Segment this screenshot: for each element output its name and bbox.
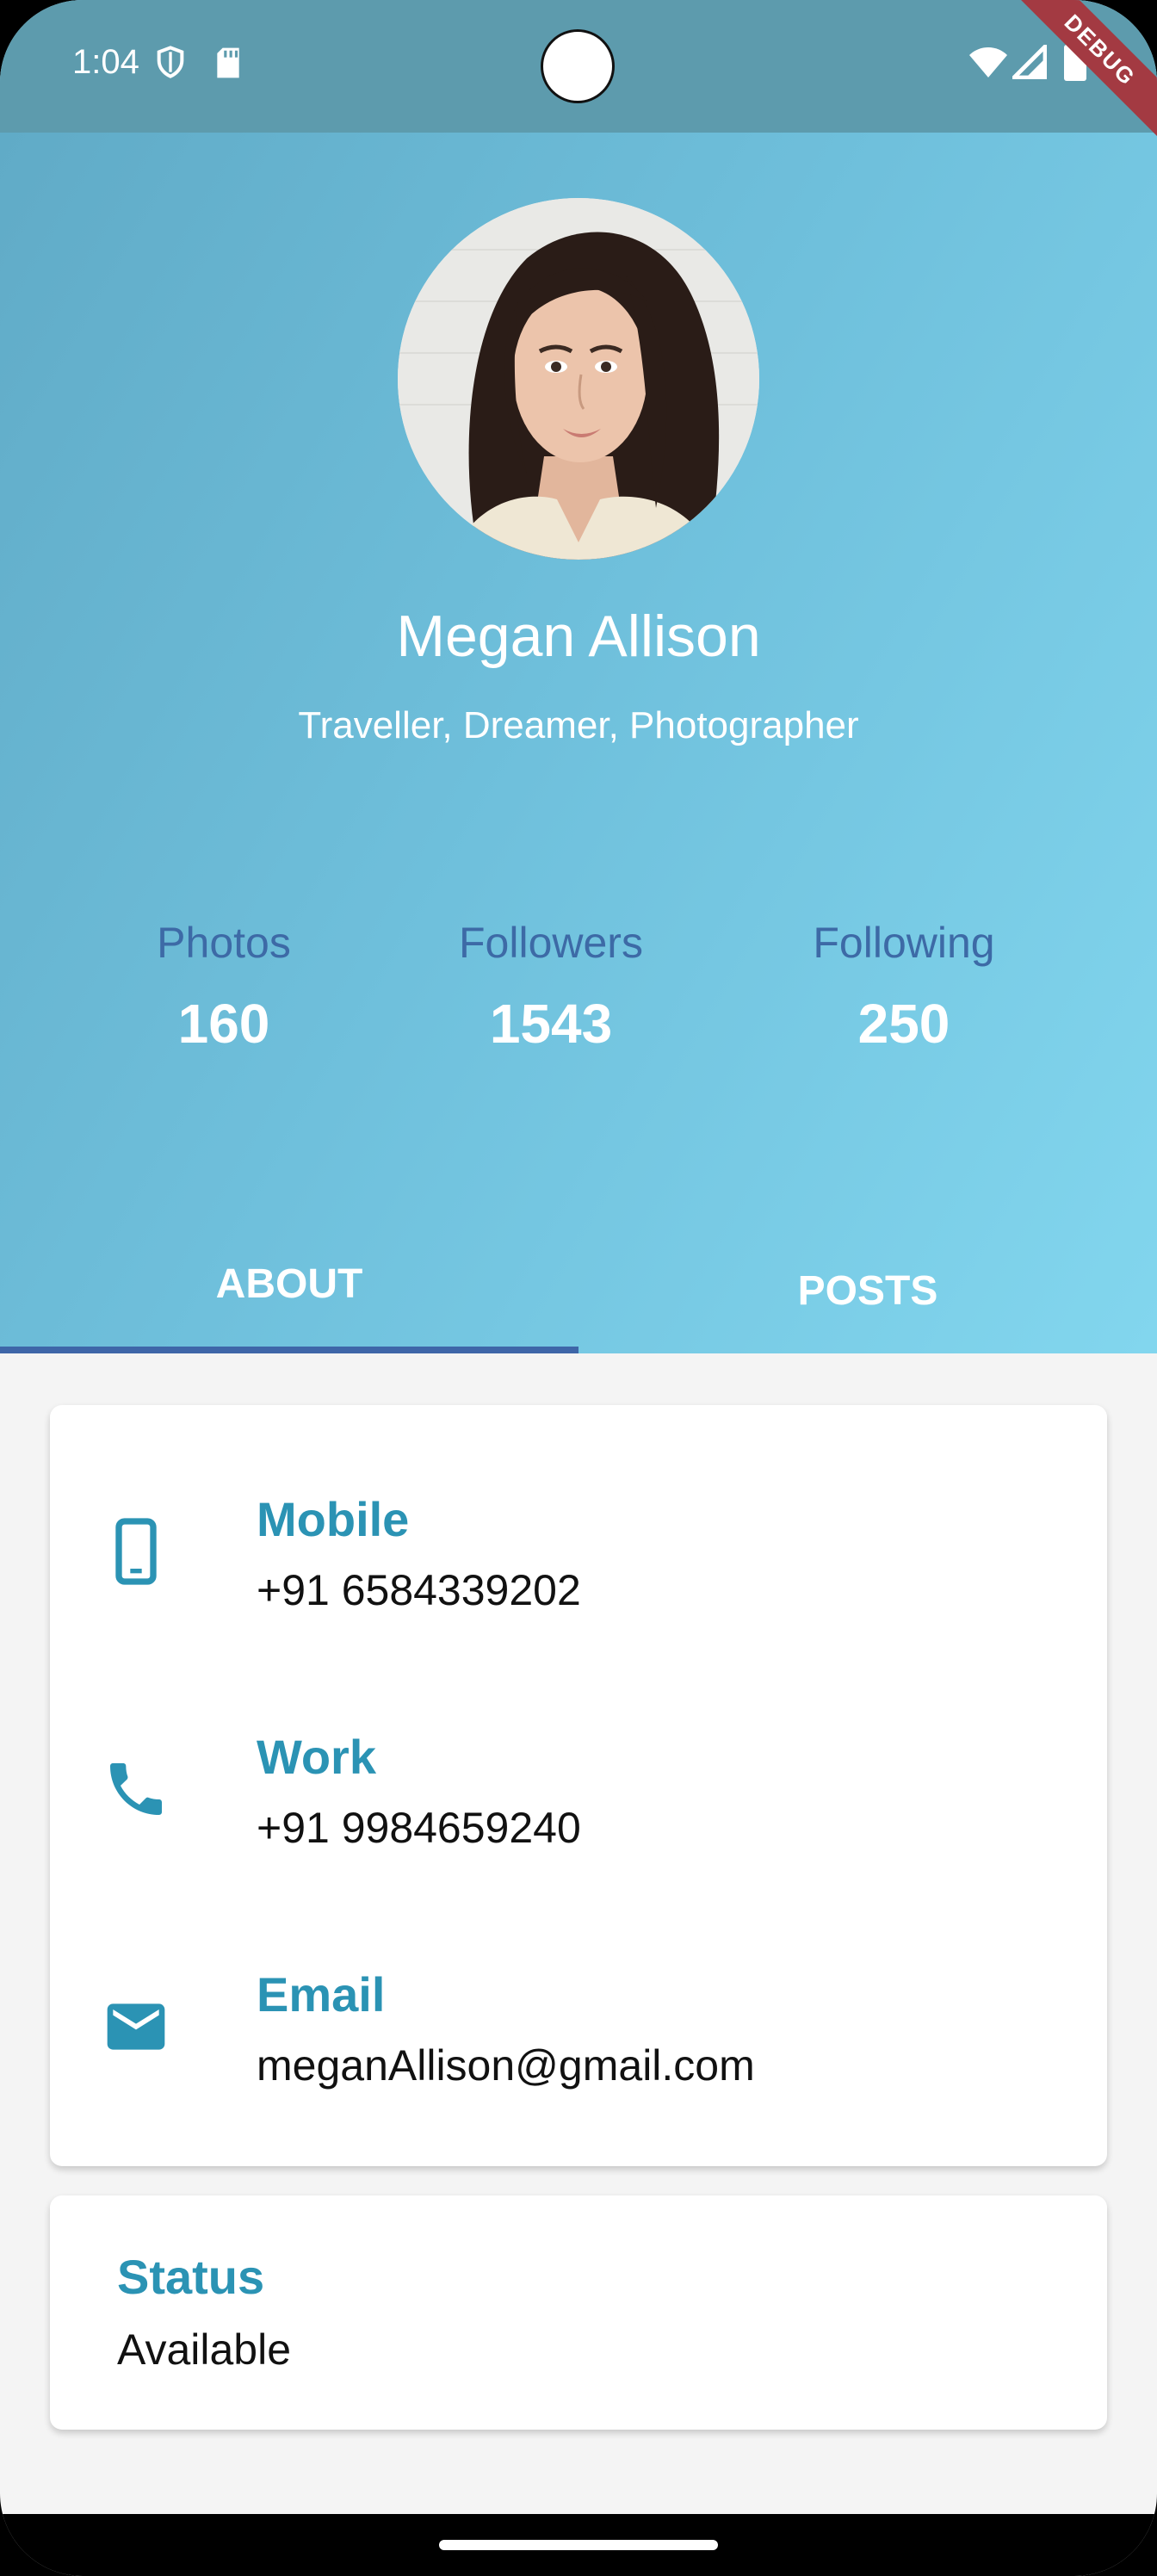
contact-value: meganAllison@gmail.com [257,2041,755,2090]
stat-label: Photos [157,919,291,967]
stat-following[interactable]: Following 250 [775,918,1033,1056]
wifi-icon [969,47,1007,77]
contact-value: +91 9984659240 [257,1804,581,1852]
mobile-phone-icon [115,1518,157,1585]
profile-tagline: Traveller, Dreamer, Photographer [298,704,859,746]
profile-photo [398,198,759,560]
camera-cutout [541,29,615,103]
stat-photos[interactable]: Photos 160 [95,918,353,1056]
stat-followers[interactable]: Followers 1543 [422,918,680,1056]
contact-row-work[interactable]: Work +91 9984659240 [50,1712,1107,1884]
contact-row-mobile[interactable]: Mobile +91 6584339202 [50,1474,1107,1646]
status-card[interactable]: Status Available [50,2195,1107,2430]
status-label: Status [117,2250,265,2304]
contact-card: Mobile +91 6584339202 Work +91 998465924… [50,1405,1107,2166]
stat-label: Followers [459,919,643,967]
status-bar: 1:04 [0,0,1157,133]
tab-about[interactable]: ABOUT [0,1260,578,1308]
email-icon [107,2003,165,2050]
contact-label: Work [257,1730,376,1784]
tab-indicator [0,1347,578,1353]
home-indicator[interactable] [439,2540,718,2550]
sd-card-icon [217,47,239,78]
status-time: 1:04 [72,43,139,81]
profile-header: Megan Allison Traveller, Dreamer, Photog… [0,0,1157,1353]
contact-label: Email [257,1967,386,2022]
tab-posts[interactable]: POSTS [578,1267,1157,1315]
phone-icon [110,1763,162,1815]
avatar[interactable] [398,198,759,560]
status-value: Available [117,2325,292,2374]
contact-label: Mobile [257,1492,410,1546]
phone-screen: Megan Allison Traveller, Dreamer, Photog… [0,0,1157,2576]
stat-value: 160 [177,993,270,1055]
signal-icon [1012,45,1047,79]
stat-value: 250 [857,993,950,1055]
profile-name: Megan Allison [396,604,761,669]
contact-value: +91 6584339202 [257,1566,581,1614]
stat-label: Following [813,919,995,967]
shield-icon [157,46,184,78]
stat-value: 1543 [489,993,613,1055]
contact-row-email[interactable]: Email meganAllison@gmail.com [50,1949,1107,2121]
